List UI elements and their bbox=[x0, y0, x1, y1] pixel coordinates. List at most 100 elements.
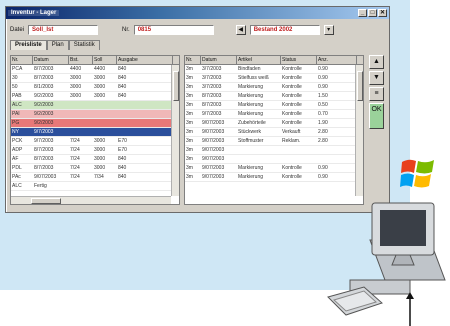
table-cell: 9/07/2003 bbox=[34, 174, 57, 180]
column-header[interactable]: Ausgabe bbox=[117, 56, 173, 64]
table-row[interactable]: 3m 9/07/2003 Stückwerk Verkauft 2.80 bbox=[185, 128, 363, 137]
table-row[interactable]: 50 8/1/2003 3000 3000 840 bbox=[11, 83, 179, 92]
table-row[interactable]: ADP 8/7/2003 7/24 3000 E70 bbox=[11, 146, 179, 155]
table-row[interactable]: 3m 3/7/2003 Markierung Kontrolle 0.90 bbox=[185, 83, 363, 92]
column-header[interactable]: Artikel bbox=[237, 56, 281, 64]
window-controls: _ □ ✕ bbox=[358, 9, 387, 17]
left-horizontal-scrollbar[interactable] bbox=[11, 196, 171, 204]
column-header[interactable]: Soll bbox=[93, 56, 117, 64]
table-row[interactable]: NY 9/7/2003 bbox=[11, 128, 179, 137]
table-cell bbox=[69, 110, 93, 118]
table-row[interactable]: PG 9/2/2003 bbox=[11, 119, 179, 128]
table-row[interactable]: PDL 8/7/2003 7/24 3000 840 bbox=[11, 164, 179, 173]
table-row[interactable]: 3m 3/7/2003 Stielfuss weiß Kontrolle 0.90 bbox=[185, 74, 363, 83]
table-cell: PCA bbox=[12, 66, 23, 72]
table-cell: Kontrolle bbox=[282, 111, 302, 117]
table-cell: ALC bbox=[12, 183, 22, 189]
column-header[interactable]: Anz. bbox=[317, 56, 357, 64]
table-row[interactable]: AF 8/7/2003 7/24 3000 840 bbox=[11, 155, 179, 164]
table-row[interactable]: PAB 9/2/2003 3000 3000 840 bbox=[11, 92, 179, 101]
table-cell: 840 bbox=[118, 165, 127, 171]
table-cell: 50 bbox=[12, 84, 18, 90]
column-header[interactable]: Bst. bbox=[69, 56, 93, 64]
table-cell: 9/7/2003 bbox=[34, 138, 54, 144]
scroll-down-button[interactable]: ▼ bbox=[369, 71, 384, 85]
table-cell: 840 bbox=[118, 93, 127, 99]
tab-plan[interactable]: Plan bbox=[46, 40, 69, 50]
table-cell: 3m bbox=[186, 156, 193, 162]
column-header[interactable]: Datum bbox=[201, 56, 237, 64]
tab-preisliste[interactable]: Preisliste bbox=[10, 40, 47, 50]
column-header[interactable]: Nr. bbox=[185, 56, 201, 64]
table-row[interactable]: PAc 9/07/2003 7/24 7/34 840 bbox=[11, 173, 179, 182]
stock-input[interactable]: Bestand 2002 bbox=[249, 25, 320, 35]
left-vertical-scrollbar[interactable] bbox=[171, 65, 179, 196]
table-cell: 8/7/2003 bbox=[34, 165, 54, 171]
table-row[interactable]: 3m 9/7/2003 Markierung Kontrolle 0.70 bbox=[185, 110, 363, 119]
table-cell: 0.90 bbox=[318, 165, 328, 171]
list-button[interactable]: ≡ bbox=[369, 87, 384, 101]
table-cell: 30 bbox=[12, 75, 18, 81]
table-cell: 1.50 bbox=[318, 93, 328, 99]
table-cell: NY bbox=[12, 129, 19, 135]
scroll-thumb[interactable] bbox=[357, 71, 363, 101]
table-cell bbox=[117, 182, 173, 190]
table-row[interactable]: 3m 8/7/2003 Markierung Kontrolle 1.50 bbox=[185, 92, 363, 101]
window-title: Inventur - Lager bbox=[8, 10, 60, 16]
table-row[interactable]: 3m 9/07/2003 Zubehörteile Kontrolle 1.90 bbox=[185, 119, 363, 128]
table-row[interactable]: 3m 9/07/2003 Stoffmuster Reklam. 2.80 bbox=[185, 137, 363, 146]
table-row[interactable]: PCA 8/7/2003 4400 4400 840 bbox=[11, 65, 179, 74]
table-row[interactable]: 30 8/7/2003 3000 3000 840 bbox=[11, 74, 179, 83]
close-button[interactable]: ✕ bbox=[378, 9, 387, 17]
table-row[interactable]: 3m 9/07/2003 Markierung Kontrolle 0.90 bbox=[185, 164, 363, 173]
table-cell: PG bbox=[12, 120, 20, 126]
table-cell: 2.80 bbox=[318, 138, 328, 144]
confirm-button[interactable]: OK bbox=[369, 103, 384, 129]
table-cell: 9/07/2003 bbox=[202, 138, 225, 144]
column-header[interactable]: Nr. bbox=[11, 56, 33, 64]
dropdown-button[interactable]: ▾ bbox=[323, 25, 334, 35]
table-cell: 0.90 bbox=[318, 84, 328, 90]
table-cell bbox=[69, 119, 93, 127]
column-header[interactable]: Datum bbox=[33, 56, 69, 64]
table-cell: 3000 bbox=[94, 165, 106, 171]
number-input[interactable]: 0815 bbox=[133, 25, 214, 35]
table-cell: 9/07/2003 bbox=[202, 120, 225, 126]
column-header[interactable]: Status bbox=[281, 56, 317, 64]
minimize-button[interactable]: _ bbox=[358, 9, 367, 17]
table-cell: 3000 bbox=[70, 75, 82, 81]
table-cell: Markierung bbox=[238, 102, 264, 108]
table-cell: 7/24 bbox=[70, 174, 80, 180]
scroll-up-button[interactable]: ▲ bbox=[369, 55, 384, 69]
table-row[interactable]: 3m 9/07/2003 bbox=[185, 146, 363, 155]
table-cell: E70 bbox=[118, 147, 127, 153]
table-cell: 8/7/2003 bbox=[202, 93, 222, 99]
table-cell: 4400 bbox=[70, 66, 82, 72]
toolbar: Datei Soll_Ist Nr. 0815 ◀ Bestand 2002 ▾ bbox=[6, 22, 389, 38]
table-cell: Markierung bbox=[238, 93, 264, 99]
table-row[interactable]: PCK 9/7/2003 7/24 3000 E70 bbox=[11, 137, 179, 146]
table-cell: 4400 bbox=[94, 66, 106, 72]
table-cell bbox=[69, 182, 93, 190]
nav-arrow-button[interactable]: ◀ bbox=[235, 25, 246, 35]
table-cell bbox=[69, 128, 93, 136]
table-cell: Kontrolle bbox=[282, 84, 302, 90]
table-row[interactable]: ALC 9/2/2003 bbox=[11, 101, 179, 110]
table-cell: 8/1/2003 bbox=[34, 84, 54, 90]
filter-input[interactable]: Soll_Ist bbox=[28, 25, 99, 35]
table-row[interactable]: PAI 9/2/2003 bbox=[11, 110, 179, 119]
table-row[interactable]: 3m 9/07/2003 bbox=[185, 155, 363, 164]
table-cell: 7/24 bbox=[70, 165, 80, 171]
table-cell bbox=[69, 101, 93, 109]
scroll-thumb[interactable] bbox=[173, 71, 179, 101]
tab-statistik[interactable]: Statistik bbox=[68, 40, 100, 50]
table-cell: 7/34 bbox=[94, 174, 104, 180]
maximize-button[interactable]: □ bbox=[368, 9, 377, 17]
table-cell bbox=[117, 119, 173, 127]
table-row[interactable]: 3m 8/7/2003 Markierung Kontrolle 0.50 bbox=[185, 101, 363, 110]
scroll-thumb[interactable] bbox=[31, 198, 61, 204]
table-row[interactable]: 3m 3/7/2003 Bindfaden Kontrolle 0.90 bbox=[185, 65, 363, 74]
table-row[interactable]: ALC Fertig bbox=[11, 182, 179, 191]
table-cell: Verkauft bbox=[282, 129, 301, 135]
toolbar-label-mid: Nr. bbox=[122, 27, 130, 33]
